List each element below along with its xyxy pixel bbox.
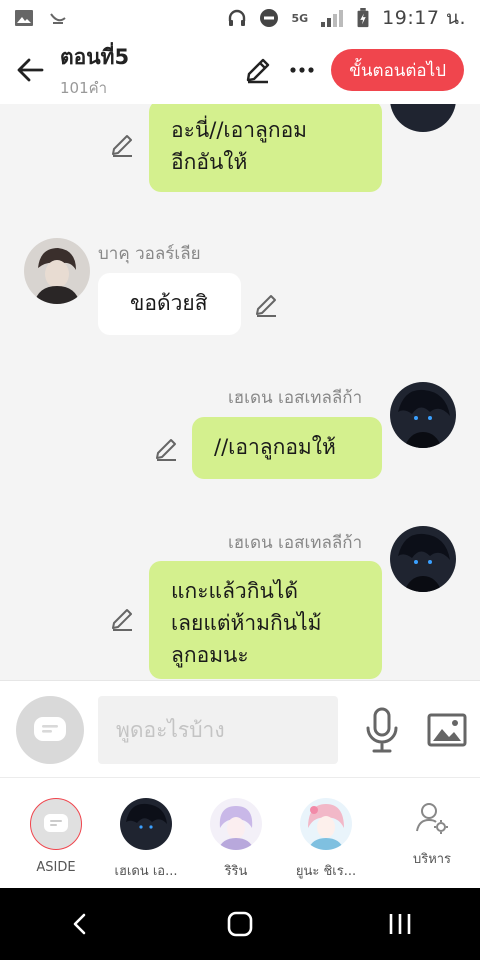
character-label: บริหาร [412, 852, 452, 867]
character-label: เฮเดน เอ... [114, 864, 178, 879]
nav-home-button[interactable] [210, 894, 270, 954]
character-haden[interactable]: เฮเดน เอ... [100, 798, 192, 881]
manage-icon-wrap [414, 800, 450, 836]
aside-avatar [30, 798, 82, 850]
message-line: เลยแต่ห้ามกินไม้ [171, 611, 322, 635]
chat-bubble-icon [34, 717, 66, 741]
nav-recents-button[interactable] [370, 894, 430, 954]
message-line: ลูกอมนะ [171, 643, 249, 667]
manage-characters[interactable]: บริหาร [386, 800, 478, 869]
edit-message-icon[interactable] [154, 436, 180, 462]
message-bubble[interactable]: //เอาลูกอมให้ [192, 417, 382, 479]
avatar-haden[interactable] [390, 526, 456, 592]
user-settings-icon [416, 803, 448, 834]
ririn-avatar-image [210, 798, 262, 850]
recents-icon [389, 914, 411, 934]
page-title: ตอนที่5 [60, 44, 130, 69]
more-horizontal-icon [290, 67, 314, 73]
edit-title-button[interactable] [243, 55, 273, 85]
chapter-header: ตอนที่5 101คำ ขั้นตอนต่อไป [0, 36, 480, 104]
character-ririn[interactable]: ริริน [190, 798, 282, 881]
message-bubble[interactable]: ขอด้วยสิ [98, 273, 241, 335]
signal-icon [321, 10, 344, 27]
microphone-icon[interactable] [362, 706, 402, 754]
chat-area[interactable]: อะนี่//เอาลูกอม อีกอันให้ บาคุ วอลร์เลีย… [0, 104, 480, 680]
baku-avatar-image [24, 238, 90, 304]
character-label: ริริน [224, 864, 248, 879]
avatar-haden[interactable] [390, 382, 456, 448]
home-square-icon [227, 911, 253, 937]
message-line: แกะแล้วกินได้ [171, 579, 298, 603]
message-input[interactable] [98, 696, 338, 764]
back-button[interactable] [0, 36, 60, 104]
ririn-avatar [210, 798, 262, 850]
pencil-icon [247, 58, 270, 84]
message-line: อีกอันให้ [171, 150, 248, 174]
app-notification-icon [50, 13, 66, 24]
more-options-button[interactable] [287, 55, 317, 85]
image-upload-icon[interactable] [426, 709, 468, 751]
headphones-icon [229, 9, 246, 26]
avatar-baku[interactable] [24, 238, 90, 304]
arrow-left-icon [17, 58, 44, 82]
gallery-notification-icon [15, 10, 33, 26]
status-bar: 5G 19:17 น. [0, 0, 480, 36]
character-label: ยูนะ ชิเร... [295, 864, 357, 879]
aside-toggle-button[interactable] [16, 696, 84, 764]
yuna-avatar-image [300, 798, 352, 850]
haden-avatar [120, 798, 172, 850]
edit-message-icon[interactable] [110, 606, 136, 632]
character-yuna[interactable]: ยูนะ ชิเร... [280, 798, 372, 881]
aside-chat-icon [44, 814, 68, 832]
character-selector: ASIDE เฮเดน เอ... ริริน ยูนะ ชิเร... บริ… [0, 778, 480, 888]
sender-name: เฮเดน เอสเทลลีก้า [228, 388, 363, 408]
next-step-button[interactable]: ขั้นตอนต่อไป [331, 49, 464, 91]
haden-avatar-image [390, 526, 456, 592]
clock: 19:17 น. [382, 7, 466, 29]
haden-avatar-image [120, 798, 172, 850]
composer [0, 680, 480, 778]
network-type: 5G [291, 11, 309, 25]
haden-avatar-image [390, 382, 456, 448]
edit-message-icon[interactable] [110, 132, 136, 158]
edit-message-icon[interactable] [254, 292, 280, 318]
battery-charging-icon [357, 8, 369, 28]
message-line: ขอด้วยสิ [130, 291, 208, 315]
chevron-left-icon [73, 913, 86, 935]
character-label: ASIDE [36, 860, 76, 875]
sender-name: บาคุ วอลร์เลีย [98, 244, 201, 264]
message-line: //เอาลูกอมให้ [214, 435, 336, 459]
sender-name: เฮเดน เอสเทลลีก้า [228, 533, 363, 553]
yuna-avatar [300, 798, 352, 850]
message-line: อะนี่//เอาลูกอม [171, 118, 308, 142]
message-bubble[interactable]: อะนี่//เอาลูกอม อีกอันให้ [149, 104, 382, 192]
system-navigation-bar [0, 888, 480, 960]
word-count: 101คำ [60, 78, 108, 97]
avatar-haden[interactable] [390, 104, 456, 132]
nav-back-button[interactable] [50, 894, 110, 954]
haden-avatar-image [390, 104, 456, 132]
message-bubble[interactable]: แกะแล้วกินได้ เลยแต่ห้ามกินไม้ ลูกอมนะ [149, 561, 382, 679]
character-aside[interactable]: ASIDE [10, 798, 102, 875]
dnd-icon [260, 9, 279, 27]
